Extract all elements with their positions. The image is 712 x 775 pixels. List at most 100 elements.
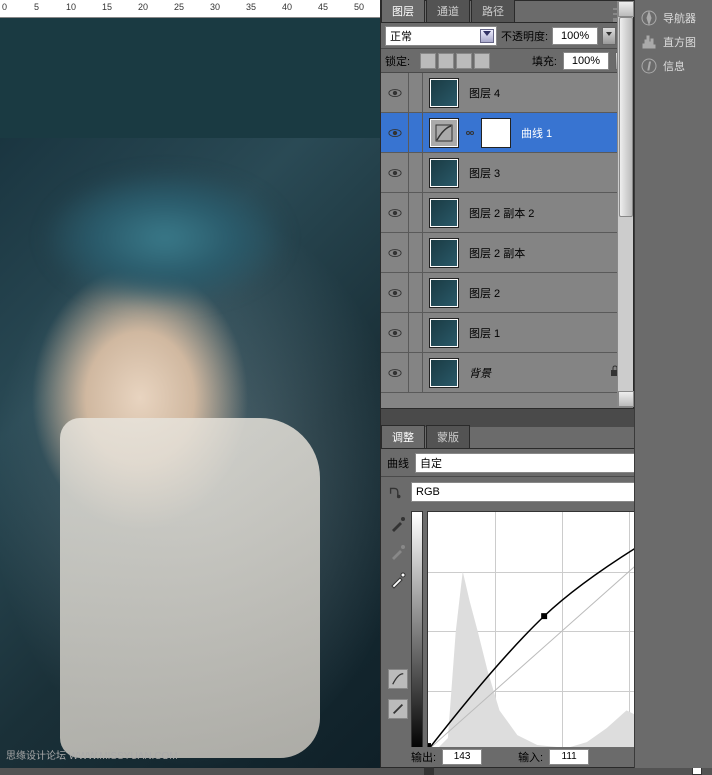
dropdown-arrow-icon <box>480 29 494 43</box>
output-label: 输出: <box>411 749 436 765</box>
opacity-slider-button[interactable] <box>602 27 616 45</box>
visibility-toggle[interactable] <box>381 273 409 312</box>
eyedropper-white-icon[interactable] <box>389 571 407 589</box>
opacity-label: 不透明度: <box>501 28 548 44</box>
layer-name[interactable]: 图层 3 <box>465 165 633 181</box>
eye-icon <box>388 166 402 180</box>
layer-thumb[interactable] <box>429 78 459 108</box>
visibility-toggle[interactable] <box>381 353 409 392</box>
blend-mode-row: 正常 不透明度: 100% <box>381 23 633 49</box>
lock-position-icon[interactable] <box>456 53 472 69</box>
dock-navigator[interactable]: 导航器 <box>635 6 712 30</box>
visibility-toggle[interactable] <box>381 313 409 352</box>
visibility-toggle[interactable] <box>381 73 409 112</box>
lock-pixels-icon[interactable] <box>438 53 454 69</box>
layer-row[interactable]: 图层 2 副本 2 <box>381 193 633 233</box>
target-adjust-icon[interactable] <box>387 483 405 501</box>
layer-name[interactable]: 曲线 1 <box>517 125 633 141</box>
scroll-down-button[interactable] <box>618 391 633 407</box>
layer-thumb[interactable] <box>429 158 459 188</box>
lock-transparency-icon[interactable] <box>420 53 436 69</box>
output-gradient <box>411 511 423 751</box>
eyedropper-gray-icon[interactable] <box>389 543 407 561</box>
layer-row[interactable]: 图层 1 <box>381 313 633 353</box>
fill-label: 填充: <box>532 53 557 69</box>
eye-icon <box>388 206 402 220</box>
fill-value[interactable]: 100% <box>563 52 609 70</box>
svg-text:i: i <box>648 61 651 73</box>
layer-row[interactable]: 图层 3 <box>381 153 633 193</box>
eyedropper-black-icon[interactable] <box>389 515 407 533</box>
layers-tabbar: 图层 通道 路径 <box>381 1 633 23</box>
dock-histogram[interactable]: 直方图 <box>635 30 712 54</box>
tab-mask[interactable]: 蒙版 <box>426 425 470 448</box>
layer-row[interactable]: 图层 2 <box>381 273 633 313</box>
layer-row[interactable]: 图层 2 副本 <box>381 233 633 273</box>
tab-channels[interactable]: 通道 <box>426 0 470 22</box>
right-dock: 导航器 直方图 i 信息 <box>634 0 712 768</box>
layer-mask-thumb[interactable] <box>481 118 511 148</box>
tab-adjust[interactable]: 调整 <box>381 425 425 448</box>
layer-name[interactable]: 图层 2 <box>465 285 633 301</box>
eye-icon <box>388 326 402 340</box>
scroll-thumb[interactable] <box>619 73 633 217</box>
layer-name[interactable]: 图层 2 副本 <box>465 245 633 261</box>
layer-row[interactable]: 图层 4 <box>381 73 633 113</box>
visibility-toggle[interactable] <box>381 233 409 272</box>
tab-layers[interactable]: 图层 <box>381 0 425 22</box>
document-image <box>0 138 380 768</box>
layers-scrollbar[interactable] <box>617 73 633 407</box>
layers-list[interactable]: 图层 4 曲线 1 图层 3 图层 2 副本 2 图层 2 副本图层 2 图层 1 背景 <box>381 73 633 409</box>
output-value[interactable]: 143 <box>442 749 482 765</box>
eye-icon <box>388 246 402 260</box>
layer-name[interactable]: 图层 1 <box>465 325 633 341</box>
layer-thumb[interactable] <box>429 198 459 228</box>
link-column <box>409 153 423 192</box>
eye-icon <box>388 286 402 300</box>
info-icon: i <box>641 58 657 74</box>
link-column <box>409 113 423 152</box>
tab-paths[interactable]: 路径 <box>471 0 515 22</box>
visibility-toggle[interactable] <box>381 113 409 152</box>
channel-combo[interactable]: RGB <box>411 482 655 502</box>
link-column <box>409 273 423 312</box>
layer-thumb[interactable] <box>429 358 459 388</box>
layer-thumb[interactable] <box>429 238 459 268</box>
link-column <box>409 313 423 352</box>
link-column <box>409 233 423 272</box>
input-value[interactable]: 111 <box>549 749 589 765</box>
layer-name[interactable]: 图层 4 <box>465 85 633 101</box>
opacity-value[interactable]: 100% <box>552 27 598 45</box>
link-column <box>409 193 423 232</box>
canvas[interactable]: 思缘设计论坛 WWW.MISSYUAN.COM <box>0 18 380 768</box>
dock-info[interactable]: i 信息 <box>635 54 712 78</box>
link-column <box>409 73 423 112</box>
input-label: 输入: <box>518 749 543 765</box>
curve-draw-mode-icon[interactable] <box>388 699 408 719</box>
compass-icon <box>641 10 657 26</box>
dock-label: 直方图 <box>663 34 696 50</box>
watermark: 思缘设计论坛 WWW.MISSYUAN.COM <box>6 747 178 762</box>
visibility-toggle[interactable] <box>381 153 409 192</box>
layer-row[interactable]: 背景 <box>381 353 633 393</box>
blend-mode-combo[interactable]: 正常 <box>385 26 497 46</box>
layer-row[interactable]: 曲线 1 <box>381 113 633 153</box>
layer-thumb[interactable] <box>429 278 459 308</box>
layer-name[interactable]: 图层 2 副本 2 <box>465 205 633 221</box>
lock-all-icon[interactable] <box>474 53 490 69</box>
curve-tools <box>385 511 411 763</box>
lock-row: 锁定: 填充: 100% <box>381 49 633 73</box>
curve-point-mode-icon[interactable] <box>388 669 408 689</box>
dock-label: 导航器 <box>663 10 696 26</box>
histogram-icon <box>641 34 657 50</box>
mask-link-icon[interactable] <box>465 128 475 138</box>
adjustment-thumb[interactable] <box>429 118 459 148</box>
layer-thumb[interactable] <box>429 318 459 348</box>
eye-icon <box>388 366 402 380</box>
channel-value: RGB <box>416 486 440 498</box>
eye-icon <box>388 126 402 140</box>
layers-panel: 图层 通道 路径 正常 不透明度: 100% 锁定: 填充: 100% <box>380 0 634 408</box>
link-column <box>409 353 423 392</box>
layer-name[interactable]: 背景 <box>465 365 609 381</box>
visibility-toggle[interactable] <box>381 193 409 232</box>
